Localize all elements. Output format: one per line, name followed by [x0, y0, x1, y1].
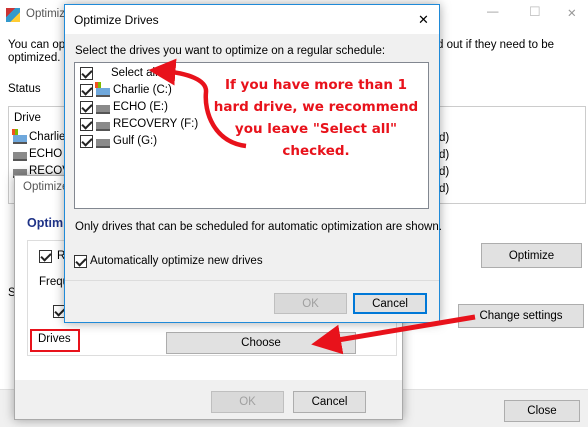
choose-arrow [311, 314, 476, 355]
annotation-arrows [148, 58, 476, 355]
select-all-arrow [148, 58, 247, 149]
